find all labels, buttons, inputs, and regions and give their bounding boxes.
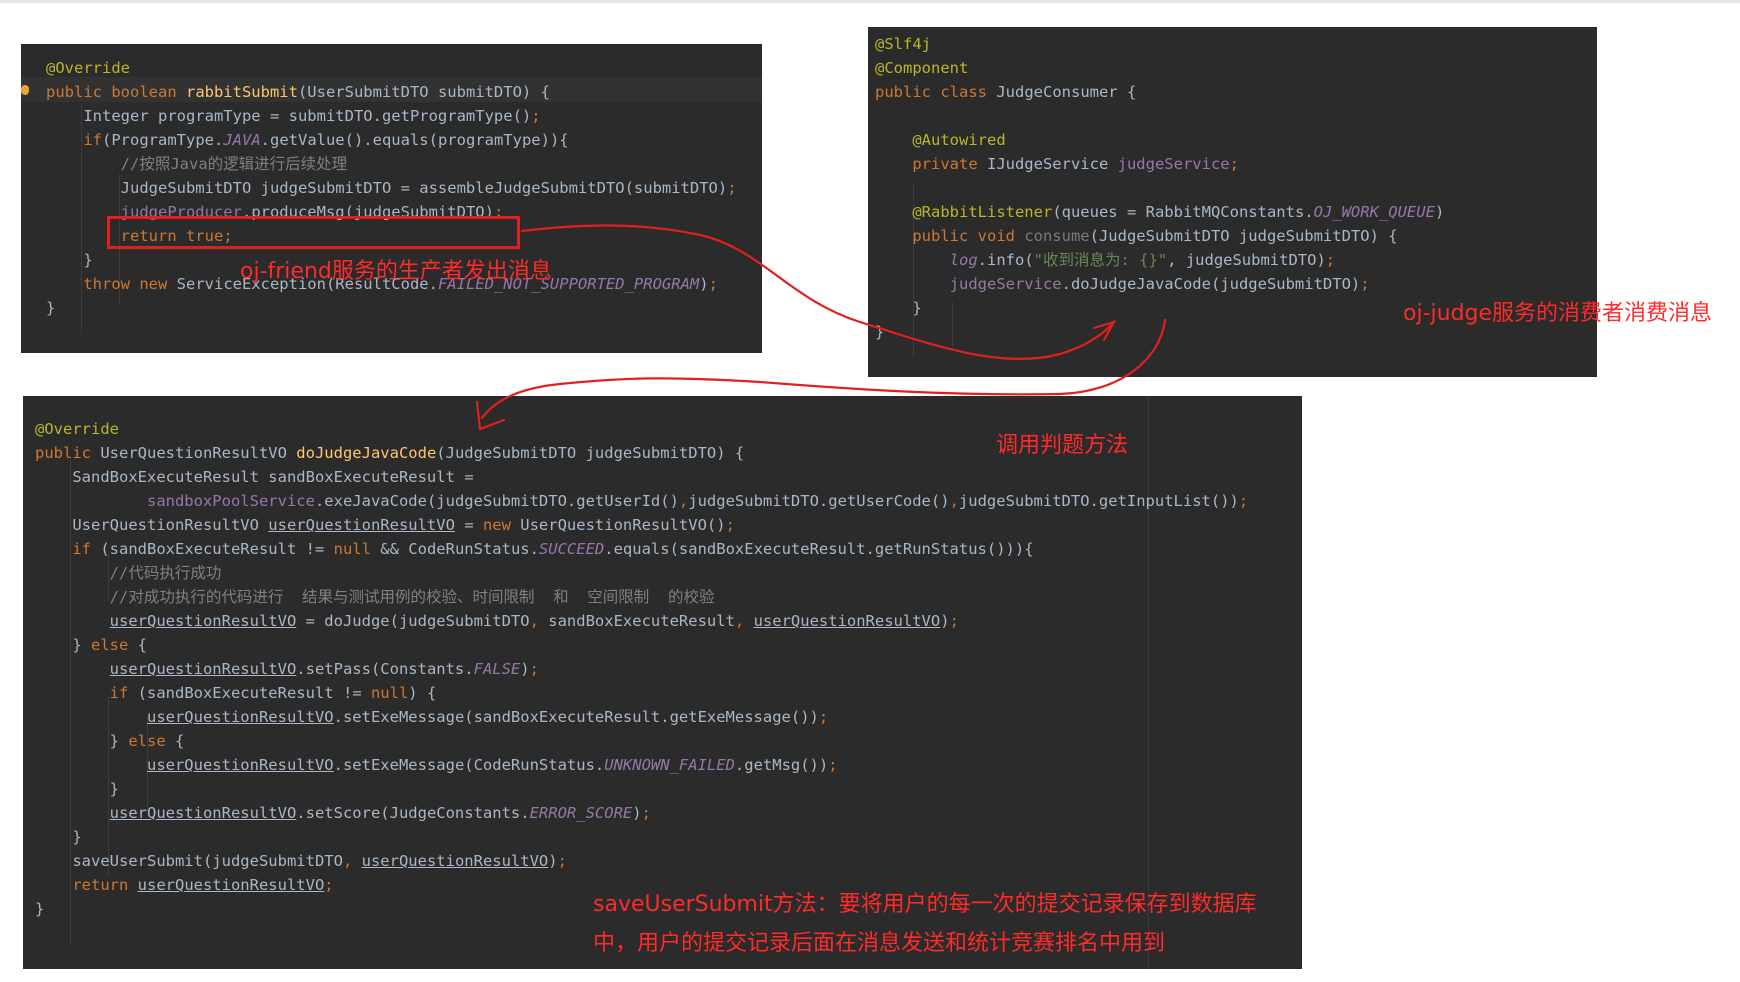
arrow-consumer-to-service xyxy=(480,318,1167,420)
flow-arrows xyxy=(475,224,1167,431)
arrow-producer-to-consumer xyxy=(520,224,1115,361)
arrow-consumer-to-service-head xyxy=(475,400,506,431)
